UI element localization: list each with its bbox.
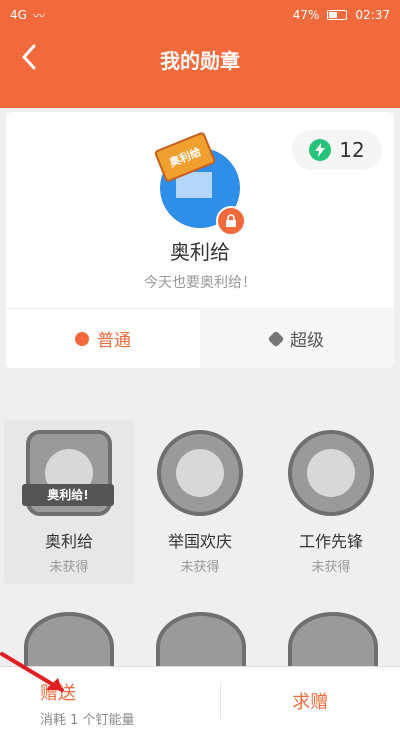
tab-normal-label: 普通 [97, 331, 131, 351]
energy-count: 12 [339, 138, 365, 162]
avatar[interactable]: 奥利给 [153, 131, 246, 236]
medal-status: 未获得 [49, 560, 89, 575]
medal-name: 工作先锋 [298, 532, 363, 551]
medal-name: 奥利给 [44, 532, 93, 551]
signal-text: 4G [10, 8, 27, 22]
medal-status: 未获得 [311, 560, 351, 575]
medal-item[interactable]: 举国欢庆 未获得 [135, 420, 265, 584]
star-icon [75, 331, 89, 346]
battery-percent: 47% [292, 8, 320, 22]
motto: 今天也要奥利给！ [144, 275, 256, 291]
medal-banner: 奥利给! [22, 484, 114, 506]
medal-item[interactable]: 工作先锋 未获得 [266, 420, 396, 584]
username: 奥利给 [170, 240, 230, 264]
wifi-icon: 〰 [32, 8, 45, 23]
tab-super-label: 超级 [290, 331, 324, 351]
header: 我的勋章 [0, 30, 400, 108]
status-bar: 4G 〰 47% 02:37 [0, 0, 400, 30]
clock: 02:37 [355, 8, 390, 22]
calendar-check-icon [288, 430, 374, 516]
profile-card: 奥利给 12 奥利给 今天也要奥利给！ 普通 超级 [6, 112, 394, 368]
request-button[interactable]: 求赠 [221, 667, 400, 735]
battery-icon [327, 10, 348, 20]
lock-icon [216, 206, 246, 236]
gift-cost: 消耗 1 个钉能量 [40, 713, 135, 728]
diamond-icon [267, 330, 285, 347]
medal-oliger-icon: 奥利给! [22, 430, 114, 516]
flag-icon [157, 430, 243, 516]
page-title: 我的勋章 [160, 49, 240, 73]
medal-status: 未获得 [180, 560, 220, 575]
bolt-icon [309, 139, 332, 161]
tab-super[interactable]: 超级 [200, 309, 394, 368]
medal-item[interactable]: 奥利给! 奥利给 未获得 [4, 420, 134, 584]
pointer-arrow-icon [0, 652, 64, 692]
request-label: 求赠 [292, 692, 329, 713]
medal-tabs: 普通 超级 [6, 308, 394, 368]
energy-counter[interactable]: 12 [292, 130, 382, 170]
tab-normal[interactable]: 普通 [6, 309, 200, 368]
medal-name: 举国欢庆 [167, 532, 232, 551]
